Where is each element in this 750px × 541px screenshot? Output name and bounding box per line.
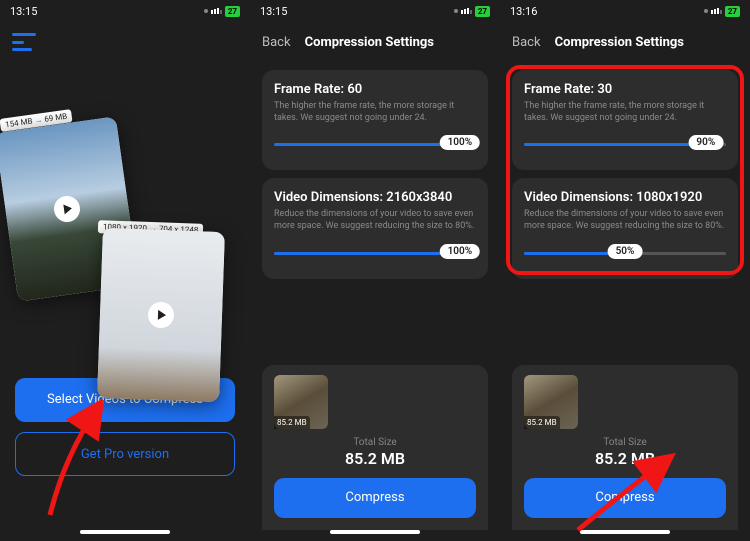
total-size-label: Total Size xyxy=(274,437,476,448)
frame-rate-slider[interactable]: 100% xyxy=(274,132,476,158)
play-icon xyxy=(52,194,81,223)
dimensions-panel: Video Dimensions: 2160x3840 Reduce the d… xyxy=(262,178,488,278)
phone-home-screen: 13:15 27 154 MB→69 MB 1080 x 1920→704 x … xyxy=(0,0,250,541)
status-bar: 13:16 27 xyxy=(500,0,750,22)
video-thumbnail[interactable]: 85.2 MB xyxy=(524,375,578,429)
thumbnail-size: 85.2 MB xyxy=(274,416,310,429)
slider-thumb[interactable]: 100% xyxy=(440,135,481,150)
page-title: Compression Settings xyxy=(501,35,738,50)
compress-button[interactable]: Compress xyxy=(274,478,476,518)
status-dot-icon xyxy=(704,9,708,13)
dimensions-heading: Video Dimensions: 2160x3840 xyxy=(274,190,476,205)
status-dot-icon xyxy=(454,9,458,13)
home-indicator[interactable] xyxy=(330,530,420,534)
status-right: 27 xyxy=(454,6,490,17)
frame-rate-heading: Frame Rate: 30 xyxy=(524,82,726,97)
battery-icon: 27 xyxy=(225,6,240,17)
dimensions-help: Reduce the dimensions of your video to s… xyxy=(274,209,476,232)
get-pro-button[interactable]: Get Pro version xyxy=(15,432,235,476)
frame-rate-panel: Frame Rate: 60 The higher the frame rate… xyxy=(262,70,488,170)
status-bar: 13:15 27 xyxy=(250,0,500,22)
showcase: 154 MB→69 MB 1080 x 1920→704 x 1248 xyxy=(0,72,250,372)
frame-rate-panel: Frame Rate: 30 The higher the frame rate… xyxy=(512,70,738,170)
video-summary-card: 85.2 MB Total Size 85.2 MB Compress xyxy=(262,365,488,530)
status-right: 27 xyxy=(704,6,740,17)
status-dot-icon xyxy=(204,9,208,13)
phone-settings-adjusted: 13:16 27 Back Compression Settings Frame… xyxy=(500,0,750,541)
dimensions-slider[interactable]: 50% xyxy=(524,241,726,267)
signal-icon xyxy=(461,8,472,14)
frame-rate-heading: Frame Rate: 60 xyxy=(274,82,476,97)
battery-icon: 27 xyxy=(725,6,740,17)
frame-rate-help: The higher the frame rate, the more stor… xyxy=(524,101,726,124)
status-right: 27 xyxy=(204,6,240,17)
phone-settings-default: 13:15 27 Back Compression Settings Frame… xyxy=(250,0,500,541)
status-time: 13:15 xyxy=(10,5,37,18)
dimensions-slider[interactable]: 100% xyxy=(274,241,476,267)
dimensions-panel: Video Dimensions: 1080x1920 Reduce the d… xyxy=(512,178,738,278)
settings-header: Back Compression Settings xyxy=(500,22,750,62)
thumbnail-size: 85.2 MB xyxy=(524,416,560,429)
video-summary-card: 85.2 MB Total Size 85.2 MB Compress xyxy=(512,365,738,530)
dimensions-heading: Video Dimensions: 1080x1920 xyxy=(524,190,726,205)
total-size-value: 85.2 MB xyxy=(274,449,476,468)
showcase-card-front xyxy=(97,228,225,402)
total-size-value: 85.2 MB xyxy=(524,449,726,468)
status-bar: 13:15 27 xyxy=(0,0,250,22)
video-thumbnail[interactable]: 85.2 MB xyxy=(274,375,328,429)
home-indicator[interactable] xyxy=(80,530,170,534)
slider-thumb[interactable]: 100% xyxy=(440,244,481,259)
play-icon xyxy=(148,302,175,329)
battery-icon: 27 xyxy=(475,6,490,17)
slider-thumb[interactable]: 50% xyxy=(608,244,643,259)
home-indicator[interactable] xyxy=(580,530,670,534)
frame-rate-slider[interactable]: 90% xyxy=(524,132,726,158)
compress-button[interactable]: Compress xyxy=(524,478,726,518)
page-title: Compression Settings xyxy=(251,35,488,50)
slider-thumb[interactable]: 90% xyxy=(688,135,723,150)
dimensions-help: Reduce the dimensions of your video to s… xyxy=(524,209,726,232)
menu-icon[interactable] xyxy=(12,33,36,51)
signal-icon xyxy=(711,8,722,14)
status-time: 13:15 xyxy=(260,5,287,18)
settings-header: Back Compression Settings xyxy=(250,22,500,62)
home-header xyxy=(0,22,250,62)
frame-rate-help: The higher the frame rate, the more stor… xyxy=(274,101,476,124)
total-size-label: Total Size xyxy=(524,437,726,448)
status-time: 13:16 xyxy=(510,5,537,18)
signal-icon xyxy=(211,8,222,14)
